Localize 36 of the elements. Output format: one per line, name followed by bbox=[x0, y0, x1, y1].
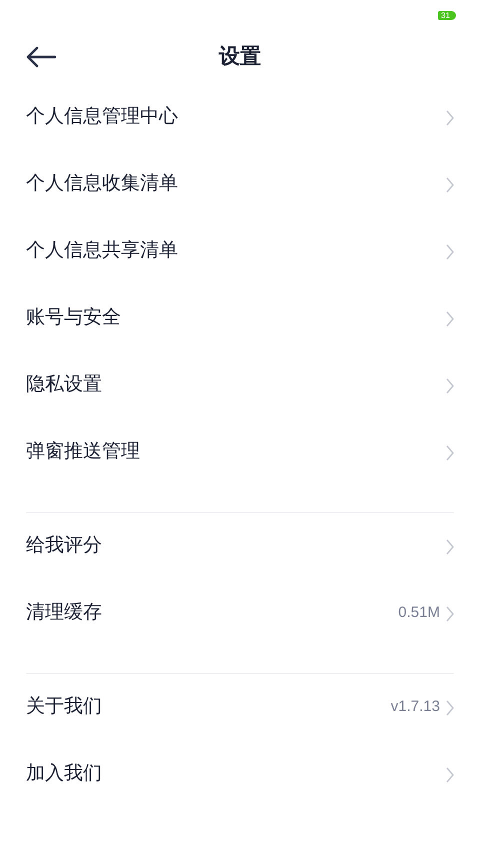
chevron-icon bbox=[446, 176, 454, 192]
settings-item[interactable]: 弹窗推送管理 bbox=[0, 419, 480, 486]
item-label: 个人信息管理中心 bbox=[26, 105, 179, 130]
chevron-icon bbox=[446, 700, 454, 716]
item-label: 清理缓存 bbox=[26, 601, 103, 626]
item-label: 给我评分 bbox=[26, 534, 103, 558]
battery-icon: 31 bbox=[438, 10, 456, 20]
chevron-icon bbox=[446, 110, 454, 126]
settings-item[interactable]: 个人信息共享清单 bbox=[0, 218, 480, 285]
settings-item[interactable]: 个人信息收集清单 bbox=[0, 151, 480, 218]
settings-item[interactable]: 账号与安全 bbox=[0, 285, 480, 352]
chevron-icon bbox=[446, 444, 454, 460]
chevron-icon bbox=[446, 310, 454, 326]
item-label: 关于我们 bbox=[26, 695, 103, 720]
item-label: 个人信息共享清单 bbox=[26, 239, 179, 264]
back-arrow-icon bbox=[26, 46, 56, 68]
chevron-icon bbox=[446, 606, 454, 622]
item-label: 个人信息收集清单 bbox=[26, 172, 179, 196]
chevron-icon bbox=[446, 244, 454, 260]
page-title: 设置 bbox=[219, 44, 261, 70]
back-button[interactable] bbox=[26, 45, 56, 69]
settings-item[interactable]: 个人信息管理中心 bbox=[0, 84, 480, 151]
settings-item[interactable]: 关于我们 v1.7.13 bbox=[0, 674, 480, 741]
settings-item[interactable]: 给我评分 bbox=[0, 513, 480, 580]
chevron-icon bbox=[446, 378, 454, 394]
settings-item[interactable]: 加入我们 bbox=[0, 741, 480, 808]
item-label: 账号与安全 bbox=[26, 306, 122, 330]
item-label: 隐私设置 bbox=[26, 373, 103, 398]
settings-item[interactable]: 清理缓存 0.51M bbox=[0, 580, 480, 647]
settings-item[interactable]: 隐私设置 bbox=[0, 352, 480, 419]
item-label: 加入我们 bbox=[26, 762, 103, 786]
chevron-icon bbox=[446, 766, 454, 782]
chevron-icon bbox=[446, 538, 454, 554]
item-value: 0.51M bbox=[398, 603, 440, 624]
item-value: v1.7.13 bbox=[390, 697, 440, 718]
item-label: 弹窗推送管理 bbox=[26, 440, 141, 464]
